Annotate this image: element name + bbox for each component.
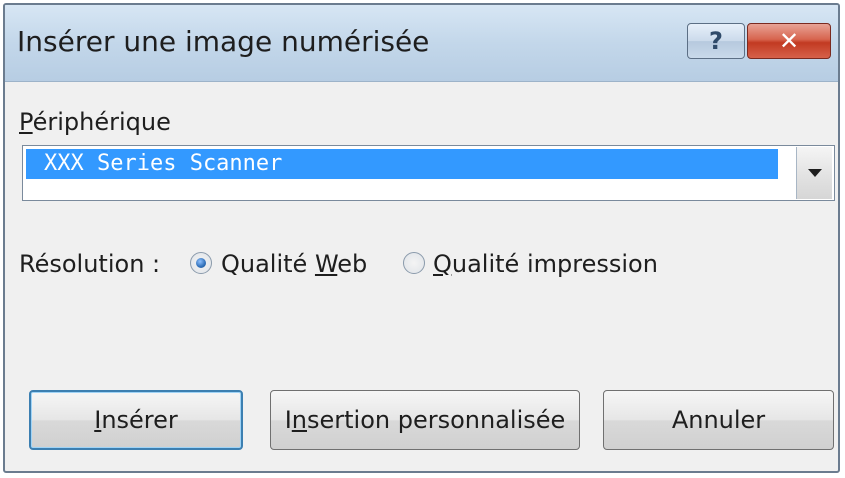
insert-button-label: nsérer xyxy=(101,406,178,434)
radio-web-label-pre: Qualité xyxy=(221,250,315,278)
custom-insert-label-pre: I xyxy=(284,406,292,434)
dialog-content: Périphérique XXX Series Scanner Résoluti… xyxy=(5,82,838,471)
custom-insert-button[interactable]: In sertion personnalisée xyxy=(270,390,580,450)
device-dropdown-button[interactable] xyxy=(796,147,832,199)
radio-print-label-accesskey: Q xyxy=(433,250,452,278)
device-select[interactable]: XXX Series Scanner xyxy=(22,145,835,201)
help-button[interactable]: ? xyxy=(687,23,745,59)
device-label: Périphérique xyxy=(19,108,171,136)
radio-print-label-post: ualité impression xyxy=(451,250,658,278)
chevron-down-icon xyxy=(807,169,822,177)
device-selected-value[interactable]: XXX Series Scanner xyxy=(26,149,778,179)
radio-web-quality[interactable] xyxy=(190,252,212,274)
custom-insert-accesskey: n xyxy=(291,406,307,434)
insert-button[interactable]: Insérer xyxy=(29,390,243,450)
resolution-label: Résolution : xyxy=(19,250,161,278)
insert-button-accesskey: I xyxy=(94,406,102,434)
close-button[interactable]: ✕ xyxy=(747,23,831,59)
radio-print-quality-label[interactable]: Qualité impression xyxy=(433,250,658,278)
help-icon: ? xyxy=(709,27,723,55)
close-icon: ✕ xyxy=(778,27,800,55)
device-label-rest: ériphérique xyxy=(32,108,171,136)
radio-web-label-post: eb xyxy=(337,250,368,278)
radio-print-quality[interactable] xyxy=(403,252,425,274)
device-label-accesskey: P xyxy=(19,108,33,136)
custom-insert-label: sertion personnalisée xyxy=(307,406,566,434)
radio-web-quality-label[interactable]: Qualité Web xyxy=(221,250,367,278)
radio-web-label-accesskey: W xyxy=(314,250,338,278)
window-title: Insérer une image numérisée xyxy=(17,25,430,58)
scan-dialog-window: Insérer une image numérisée ? ✕ Périphér… xyxy=(3,3,840,473)
title-bar[interactable]: Insérer une image numérisée ? ✕ xyxy=(5,5,838,82)
cancel-button[interactable]: Annuler xyxy=(603,390,834,450)
